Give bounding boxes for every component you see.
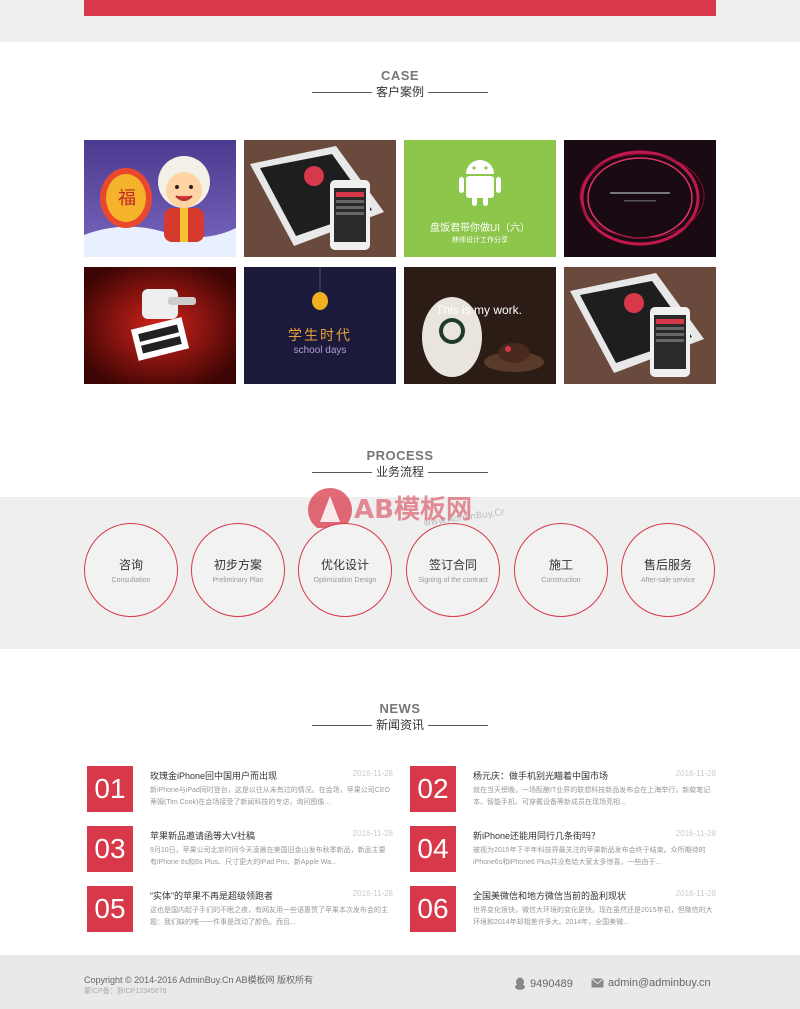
news-number: 03 [87, 826, 133, 872]
qq-icon [515, 977, 525, 990]
case-item-ring[interactable] [564, 140, 716, 257]
svg-text:福: 福 [118, 188, 136, 209]
step-label-en: Consultation [111, 577, 151, 584]
news-heading: NEWS 新闻资讯 [0, 701, 800, 732]
news-item[interactable]: 06 全国美微信和地方微信当前的盈利现状 2016-11-28 世界变化很快，微… [407, 885, 719, 933]
news-item[interactable]: 03 苹果新品邀请函等大V社稿 2016-11-28 9月10日，苹果公司北京时… [84, 825, 396, 873]
divider [428, 724, 488, 726]
footer-email[interactable]: admin@adminbuy.cn [591, 977, 711, 989]
header-nav-bar [84, 0, 716, 16]
ring-image [564, 140, 716, 257]
step-label-zh: 初步方案 [213, 558, 262, 572]
qq-number: 9490489 [530, 977, 573, 990]
process-step-construction[interactable]: 施工 Construction [514, 523, 608, 617]
news-title-zh: 新闻资讯 [375, 718, 424, 732]
process-step-design[interactable]: 优化设计 Optimization Design [298, 523, 392, 617]
step-label-zh: 施工 [548, 558, 573, 572]
news-title[interactable]: 玫瑰金iPhone回中国用户而出现 [150, 769, 330, 782]
process-steps: 咨询 Consultation 初步方案 Preliminary Plan 优化… [84, 523, 716, 617]
news-title-en: NEWS [379, 701, 421, 716]
case-caption: This is my work. [436, 303, 523, 317]
step-label-zh: 售后服务 [643, 558, 692, 572]
divider [311, 724, 372, 726]
news-title[interactable]: “实体”的苹果不再是超级领跑者 [150, 889, 330, 902]
case-item-android[interactable]: 盘饭君带你做UI（六） 移师设计工作分享 [404, 140, 556, 257]
news-date: 2016-11-28 [352, 889, 393, 898]
news-number: 06 [410, 886, 456, 932]
case-caption: 学生时代 [288, 327, 352, 343]
watermark-logo: AB模板网 www.AdminBuy.Cn [308, 488, 504, 528]
case-item-tablet[interactable] [244, 140, 396, 257]
case-title-zh: 客户案例 [375, 85, 424, 99]
cartoon-image: 福 [84, 140, 236, 257]
process-step-consultation[interactable]: 咨询 Consultation [84, 523, 178, 617]
news-item[interactable]: 05 “实体”的苹果不再是超级领跑者 2016-11-28 这也是国内起子手们的… [84, 885, 396, 933]
case-item-cartoon[interactable]: 福 [84, 140, 236, 257]
case-item-school[interactable]: 学生时代 school days [244, 267, 396, 384]
news-excerpt: 新iPhone与iPad同时登台，这是以往从未有过的情况。在会场，苹果公司CEO… [150, 787, 390, 806]
news-item[interactable]: 02 杨元庆：做手机别光瞄着中国市场 2016-11-28 就在当天傍晚，一场酝… [407, 765, 719, 813]
process-title-en: PROCESS [366, 448, 434, 463]
divider [311, 91, 372, 93]
news-number: 01 [87, 766, 133, 812]
process-step-aftersale[interactable]: 售后服务 After-sale service [621, 523, 715, 617]
voice-logo [84, 267, 236, 384]
step-label-en: Preliminary Plan [212, 577, 264, 584]
news-date: 2016-11-28 [352, 829, 393, 838]
case-item-coffee[interactable]: This is my work. [404, 267, 556, 384]
news-title[interactable]: 全国美微信和地方微信当前的盈利现状 [473, 889, 653, 902]
footer-copyright: Copyright © 2014-2016 AdminBuy.Cn AB模板网 … [84, 975, 314, 985]
case-title-en: CASE [380, 68, 420, 83]
news-excerpt: 这也是国内起子手们的不眠之夜，有网友用一些语惠赞了苹果本次发布会的主题：我们缺的… [150, 907, 388, 926]
news-number: 05 [87, 886, 133, 932]
step-label-zh: 优化设计 [320, 558, 369, 572]
news-excerpt: 9月10日，苹果公司北京时间今天凌晨在美国旧金山发布秋季新品，新品主要有iPho… [150, 847, 386, 866]
news-date: 2016-11-28 [675, 769, 716, 778]
case-item-voice[interactable] [84, 267, 236, 384]
email-address[interactable]: admin@adminbuy.cn [608, 977, 711, 989]
news-date: 2016-11-28 [675, 889, 716, 898]
case-caption: 盘饭君带你做UI（六） [430, 223, 530, 234]
process-step-contract[interactable]: 签订合同 Signing of the contract [406, 523, 500, 617]
step-label-zh: 咨询 [118, 558, 143, 572]
footer-icp[interactable]: 蒙ICP备：浙ICP12345678 [84, 986, 166, 996]
tablet-image [244, 140, 396, 257]
news-item[interactable]: 01 玫瑰金iPhone回中国用户而出现 2016-11-28 新iPhone与… [84, 765, 396, 813]
news-title[interactable]: 苹果新品邀请函等大V社稿 [150, 829, 330, 842]
divider [428, 91, 488, 93]
step-label-en: After-sale service [640, 577, 696, 584]
step-label-en: Construction [541, 577, 581, 584]
step-label-en: Signing of the contract [418, 577, 488, 584]
news-number: 02 [410, 766, 456, 812]
footer-qq: 9490489 [514, 977, 573, 990]
news-number: 04 [410, 826, 456, 872]
footer: Copyright © 2014-2016 AdminBuy.Cn AB模板网 … [0, 955, 800, 1009]
news-excerpt: 就在当天傍晚，一场酝酿IT业界的联想科技新品发布会在上海举行，新款笔记本、智能手… [473, 787, 711, 806]
news-excerpt: 世界变化很快，微信大环境的变化更快。现在虽然还是2015年初，但微信的大环境和2… [473, 907, 713, 926]
step-label-en: Optimization Design [313, 577, 377, 584]
mail-icon [591, 978, 604, 988]
coffee-image [404, 267, 556, 384]
case-item-tablet-2[interactable] [564, 267, 716, 384]
case-subcaption: school days [293, 345, 347, 356]
case-heading: CASE 客户案例 [0, 68, 800, 99]
tablet-image [564, 267, 716, 384]
case-grid: 福 盘饭君带你做UI（六） 移师设计工作分享 学生时代 school days … [84, 140, 716, 384]
news-date: 2016-11-28 [352, 769, 393, 778]
process-step-plan[interactable]: 初步方案 Preliminary Plan [191, 523, 285, 617]
news-title[interactable]: 杨元庆：做手机别光瞄着中国市场 [473, 769, 653, 782]
case-subcaption: 移师设计工作分享 [452, 237, 508, 244]
news-title[interactable]: 新iPhone还能用同行几条街吗？ [473, 829, 653, 842]
news-date: 2016-11-28 [675, 829, 716, 838]
news-item[interactable]: 04 新iPhone还能用同行几条街吗？ 2016-11-28 被视为2015年… [407, 825, 719, 873]
news-excerpt: 被视为2015年下半年科技界最关注的苹果新品发布会终于结束。众所期待的iPhon… [473, 847, 706, 866]
step-label-zh: 签订合同 [428, 558, 477, 572]
